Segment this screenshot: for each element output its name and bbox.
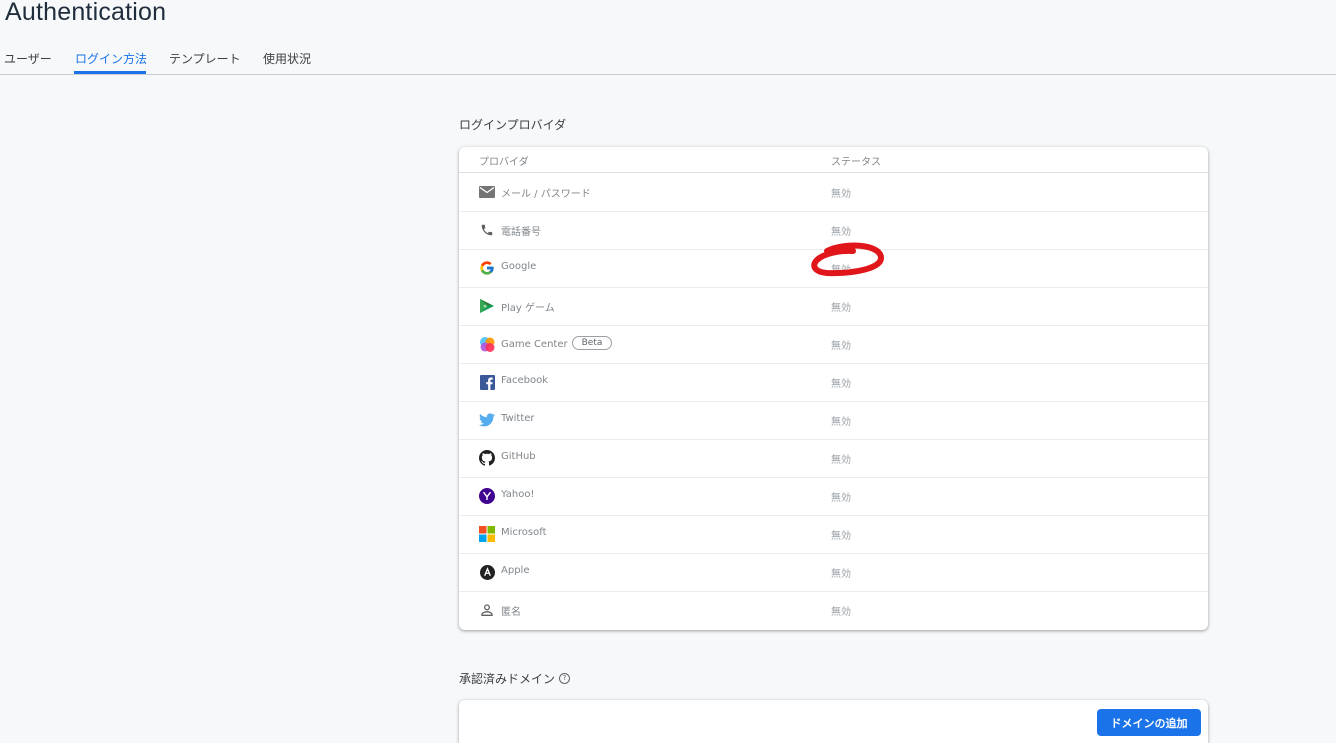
provider-name: Game Center Beta bbox=[501, 336, 613, 351]
provider-status: 無効 bbox=[831, 189, 851, 200]
github-icon bbox=[478, 449, 496, 467]
provider-row-microsoft[interactable]: Microsoft 無効 bbox=[459, 515, 1208, 554]
provider-status: 無効 bbox=[831, 493, 851, 504]
provider-name: 匿名 bbox=[501, 607, 521, 618]
anonymous-icon bbox=[478, 601, 496, 619]
provider-status: 無効 bbox=[831, 417, 851, 428]
play-games-icon: ✕ bbox=[478, 297, 496, 315]
twitter-icon bbox=[478, 411, 496, 429]
provider-name: Microsoft bbox=[501, 527, 547, 538]
help-icon[interactable]: ? bbox=[559, 673, 571, 684]
provider-name: メール / パスワード bbox=[501, 189, 591, 200]
column-header-provider: プロバイダ bbox=[479, 157, 529, 168]
tab-usage[interactable]: 使用状況 bbox=[263, 50, 311, 67]
provider-name: Play ゲーム bbox=[501, 303, 555, 314]
game-center-icon bbox=[478, 335, 496, 353]
tab-sign-in-method[interactable]: ログイン方法 bbox=[75, 50, 147, 67]
provider-status: 無効 bbox=[831, 227, 851, 238]
add-domain-button[interactable]: ドメインの追加 bbox=[1097, 709, 1201, 736]
page: Authentication ユーザー ログイン方法 テンプレート 使用状況 ロ… bbox=[0, 0, 1336, 743]
provider-name: Facebook bbox=[501, 375, 548, 386]
provider-row-facebook[interactable]: Facebook 無効 bbox=[459, 363, 1208, 402]
provider-name: Apple bbox=[501, 565, 530, 576]
provider-row-email[interactable]: メール / パスワード 無効 bbox=[459, 173, 1208, 212]
provider-name: 電話番号 bbox=[501, 227, 541, 238]
provider-status: 無効 bbox=[831, 341, 851, 352]
provider-name: Twitter bbox=[501, 413, 535, 424]
provider-status: 無効 bbox=[831, 569, 851, 580]
provider-status: 無効 bbox=[831, 531, 851, 542]
tab-templates[interactable]: テンプレート bbox=[169, 50, 241, 67]
authorized-domains-title: 承認済みドメイン? bbox=[459, 670, 571, 687]
provider-name-text: Game Center bbox=[501, 339, 568, 350]
beta-badge: Beta bbox=[571, 336, 613, 350]
mail-icon bbox=[478, 183, 496, 201]
google-icon bbox=[478, 259, 496, 277]
provider-row-game-center[interactable]: Game Center Beta 無効 bbox=[459, 325, 1208, 364]
tab-users[interactable]: ユーザー bbox=[4, 50, 52, 67]
page-title: Authentication bbox=[5, 0, 167, 26]
tab-bar: ユーザー ログイン方法 テンプレート 使用状況 bbox=[0, 44, 1336, 75]
provider-name: Google bbox=[501, 261, 537, 272]
microsoft-icon bbox=[478, 525, 496, 543]
providers-card: プロバイダ ステータス メール / パスワード 無効 電話番号 無効 Googl… bbox=[459, 147, 1208, 630]
provider-status: 無効 bbox=[831, 607, 851, 618]
provider-row-yahoo[interactable]: Yahoo! 無効 bbox=[459, 477, 1208, 516]
facebook-icon bbox=[478, 373, 496, 391]
provider-row-github[interactable]: GitHub 無効 bbox=[459, 439, 1208, 478]
providers-section-title: ログインプロバイダ bbox=[459, 118, 567, 132]
provider-row-anonymous[interactable]: 匿名 無効 bbox=[459, 591, 1208, 629]
provider-status: 無効 bbox=[831, 303, 851, 314]
provider-row-google[interactable]: Google 無効 bbox=[459, 249, 1208, 288]
authorized-domains-title-text: 承認済みドメイン bbox=[459, 672, 556, 686]
provider-name: GitHub bbox=[501, 451, 536, 462]
provider-row-twitter[interactable]: Twitter 無効 bbox=[459, 401, 1208, 440]
provider-row-phone[interactable]: 電話番号 無効 bbox=[459, 211, 1208, 250]
provider-status: 無効 bbox=[831, 455, 851, 466]
apple-icon bbox=[478, 563, 496, 581]
yahoo-icon bbox=[478, 487, 496, 505]
providers-table-header: プロバイダ ステータス bbox=[459, 147, 1208, 173]
authorized-domains-card: ドメインの追加 bbox=[459, 700, 1208, 743]
provider-status: 無効 bbox=[831, 379, 851, 390]
column-header-status: ステータス bbox=[831, 157, 881, 168]
provider-row-play-games[interactable]: ✕ Play ゲーム 無効 bbox=[459, 287, 1208, 326]
phone-icon bbox=[478, 221, 496, 239]
svg-text:✕: ✕ bbox=[483, 304, 487, 310]
provider-name: Yahoo! bbox=[501, 489, 535, 500]
provider-row-apple[interactable]: Apple 無効 bbox=[459, 553, 1208, 592]
active-tab-indicator bbox=[74, 71, 146, 74]
provider-status: 無効 bbox=[831, 265, 851, 276]
